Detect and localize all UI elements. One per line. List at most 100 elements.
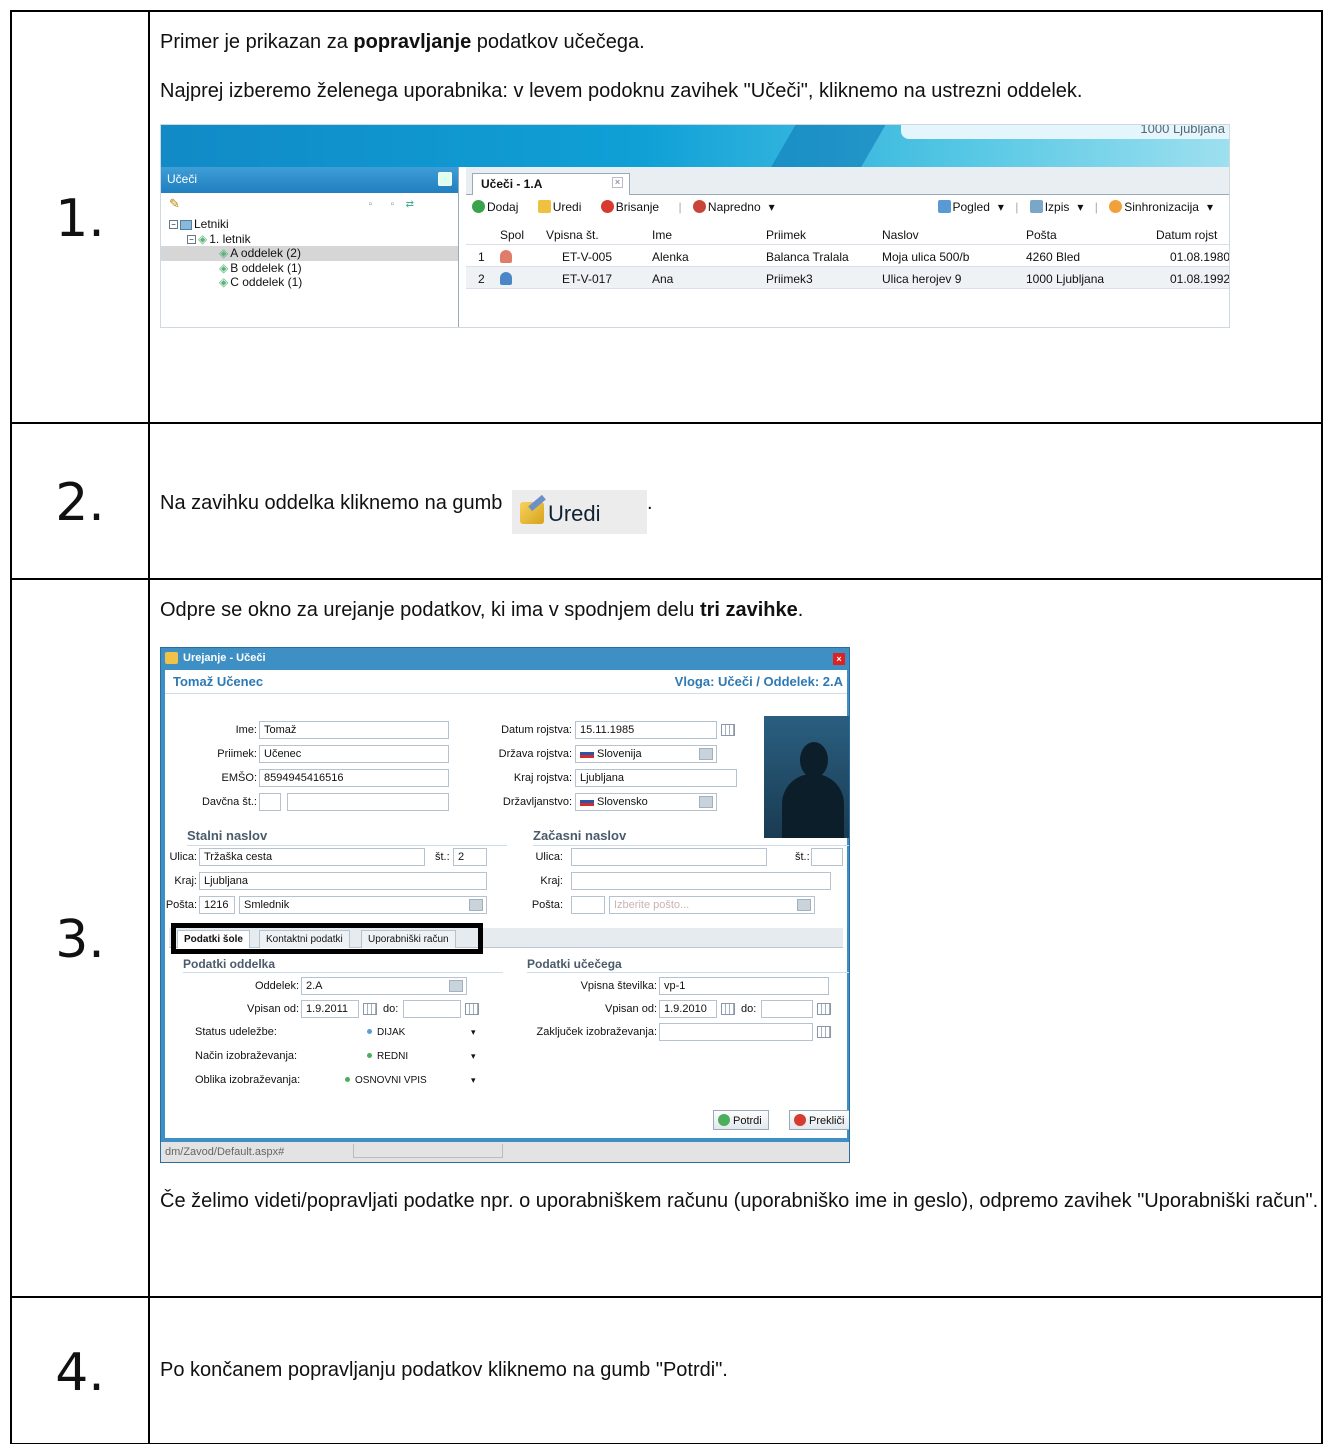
education-mode[interactable]: REDNI	[367, 1051, 408, 1063]
tab-strip: Učeči - 1.A ×	[466, 167, 1229, 195]
tree: − Letniki − ◈ 1. letnik ◈ A oddelek (2) ◈ B o…	[161, 217, 458, 290]
postcode-field[interactable]: 1216	[199, 896, 235, 914]
grid-header: Spol Vpisna št. Ime Priimek Naslov Pošta…	[466, 223, 1229, 245]
collapse-all-icon[interactable]: ▫	[390, 199, 394, 211]
chevron-down-icon[interactable]: ▾	[471, 1051, 476, 1062]
calendar-icon[interactable]	[817, 1026, 831, 1038]
grid-toolbar: Dodaj Uredi Brisanje | Napredno ▾ Pogled ▾…	[466, 195, 1229, 221]
wand-icon[interactable]: ✎	[169, 196, 180, 211]
tree-item[interactable]: ◈ C oddelek (1)	[161, 275, 458, 290]
cancel-button[interactable]: Prekliči	[789, 1110, 849, 1130]
panel-header: Učeči	[161, 167, 458, 193]
step-number: 1.	[10, 10, 150, 424]
dropdown-icon[interactable]	[699, 748, 713, 760]
house-number-field[interactable]: 2	[453, 848, 487, 866]
citizenship-select[interactable]: Slovensko	[575, 793, 717, 811]
birth-place-field[interactable]: Ljubljana	[575, 769, 737, 787]
confirm-button[interactable]: Potrdi	[713, 1110, 769, 1130]
table-row[interactable]: 2 ET-V-017 Ana Priimek3 Ulica herojev 9 …	[466, 267, 1229, 289]
tree-item[interactable]: − ◈ 1. letnik	[161, 232, 458, 247]
refresh-icon[interactable]: ⇄	[406, 199, 414, 211]
step-text: Odpre se okno za urejanje podatkov, ki i…	[160, 599, 804, 621]
step-text: Najprej izberemo želenega uporabnika: v …	[160, 80, 1083, 102]
dropdown-icon[interactable]	[797, 899, 811, 911]
check-icon	[718, 1114, 730, 1126]
city-field[interactable]: Ljubljana	[199, 872, 487, 890]
emso-field[interactable]: 8594945416516	[259, 769, 449, 787]
view-menu[interactable]: Pogled ▾	[937, 200, 1004, 214]
section-permanent-address: Stalni naslov	[187, 828, 507, 846]
temp-city-field[interactable]	[571, 872, 831, 890]
instruction-table: 1. Primer je prikazan za popravljanje po…	[10, 10, 1323, 1444]
close-icon[interactable]: ×	[612, 177, 623, 188]
student-enrolled-from-field[interactable]: 1.9.2010	[659, 1000, 717, 1018]
registration-number-field[interactable]: vp-1	[659, 977, 829, 995]
delete-button[interactable]: Brisanje	[600, 200, 667, 214]
female-icon	[500, 250, 512, 263]
add-button[interactable]: Dodaj	[472, 200, 526, 214]
first-name-field[interactable]: Tomaž	[259, 721, 449, 739]
expand-icon[interactable]: ▫	[368, 199, 372, 211]
main-panel: Učeči - 1.A × Dodaj Uredi Brisanje | Napr…	[466, 167, 1229, 327]
step-number: 2.	[10, 422, 150, 580]
browser-statusbar: dm/Zavod/Default.aspx#	[161, 1142, 849, 1162]
left-panel: Učeči ✎ ▫ ▫ ⇄ − Letniki − ◈ 1. letnik ◈ A od…	[161, 167, 459, 327]
close-icon[interactable]: ×	[833, 653, 845, 665]
dropdown-icon[interactable]	[469, 899, 483, 911]
sync-menu[interactable]: Sinhronizacija ▾	[1109, 200, 1213, 214]
temp-postcode-field[interactable]	[571, 896, 605, 914]
tax-number-field[interactable]	[287, 793, 449, 811]
completion-field[interactable]	[659, 1023, 813, 1041]
dropdown-icon[interactable]	[449, 980, 463, 992]
dialog-body: Tomaž Učenec Vloga: Učeči / Oddelek: 2.A…	[165, 670, 849, 1138]
tree-item[interactable]: − Letniki	[161, 217, 458, 232]
cancel-icon	[794, 1114, 806, 1126]
print-menu[interactable]: Izpis ▾	[1029, 200, 1083, 214]
education-form[interactable]: OSNOVNI VPIS	[345, 1075, 427, 1087]
birth-date-field[interactable]: 15.11.1985	[575, 721, 717, 739]
tax-prefix-field[interactable]	[259, 793, 281, 811]
step-text: Primer je prikazan za popravljanje podat…	[160, 31, 645, 53]
birth-country-select[interactable]: Slovenija	[575, 745, 717, 763]
tree-item[interactable]: ◈ B oddelek (1)	[161, 261, 458, 276]
dialog-titlebar: Urejanje - Učeči ×	[161, 648, 849, 670]
calendar-icon[interactable]	[721, 724, 735, 736]
uredi-button-image: Uredi	[511, 489, 647, 534]
post-select[interactable]: Smlednik	[239, 896, 487, 914]
profile-photo	[764, 716, 849, 838]
temp-house-number-field[interactable]	[811, 848, 843, 866]
edit-icon	[165, 652, 178, 664]
table-row[interactable]: 1 ET-V-005 Alenka Balanca Tralala Moja u…	[466, 245, 1229, 267]
tag-icon: ◈	[198, 231, 208, 246]
advanced-menu[interactable]: Napredno ▾	[692, 200, 775, 214]
enrolled-to-field[interactable]	[403, 1000, 461, 1018]
student-name: Tomaž Učenec	[173, 674, 264, 689]
attendance-status[interactable]: DIJAK	[367, 1027, 405, 1039]
enrolled-from-field[interactable]: 1.9.2011	[301, 1000, 359, 1018]
tab-class[interactable]: Učeči - 1.A ×	[472, 173, 630, 195]
class-select[interactable]: 2.A	[301, 977, 467, 995]
temp-post-select[interactable]: Izberite pošto...	[609, 896, 815, 914]
street-field[interactable]: Tržaška cesta	[199, 848, 425, 866]
temp-street-field[interactable]	[571, 848, 767, 866]
calendar-icon[interactable]	[363, 1003, 377, 1015]
tree-item-selected[interactable]: ◈ A oddelek (2)	[161, 246, 458, 261]
dropdown-icon[interactable]	[699, 796, 713, 808]
step-content: Odpre se okno za urejanje podatkov, ki i…	[148, 578, 1323, 1298]
chevron-down-icon[interactable]: ▾	[471, 1027, 476, 1038]
chevron-down-icon[interactable]: ▾	[471, 1075, 476, 1086]
section-class-data: Podatki oddelka	[183, 957, 503, 974]
calendar-icon[interactable]	[721, 1003, 735, 1015]
step-text: Če želimo videti/popravljati podatke npr…	[160, 1190, 1319, 1212]
step-content: Po končanem popravljanju podatkov klikne…	[148, 1296, 1323, 1444]
dialog-header: Tomaž Učenec Vloga: Učeči / Oddelek: 2.A	[165, 670, 847, 694]
student-enrolled-to-field[interactable]	[761, 1000, 813, 1018]
tabs-highlight-box	[171, 923, 483, 954]
male-icon	[500, 272, 512, 285]
collapse-icon[interactable]	[438, 172, 452, 186]
calendar-icon[interactable]	[465, 1003, 479, 1015]
edit-button[interactable]: Uredi	[537, 200, 590, 214]
step-content: Primer je prikazan za popravljanje podat…	[148, 10, 1323, 424]
last-name-field[interactable]: Učenec	[259, 745, 449, 763]
calendar-icon[interactable]	[817, 1003, 831, 1015]
